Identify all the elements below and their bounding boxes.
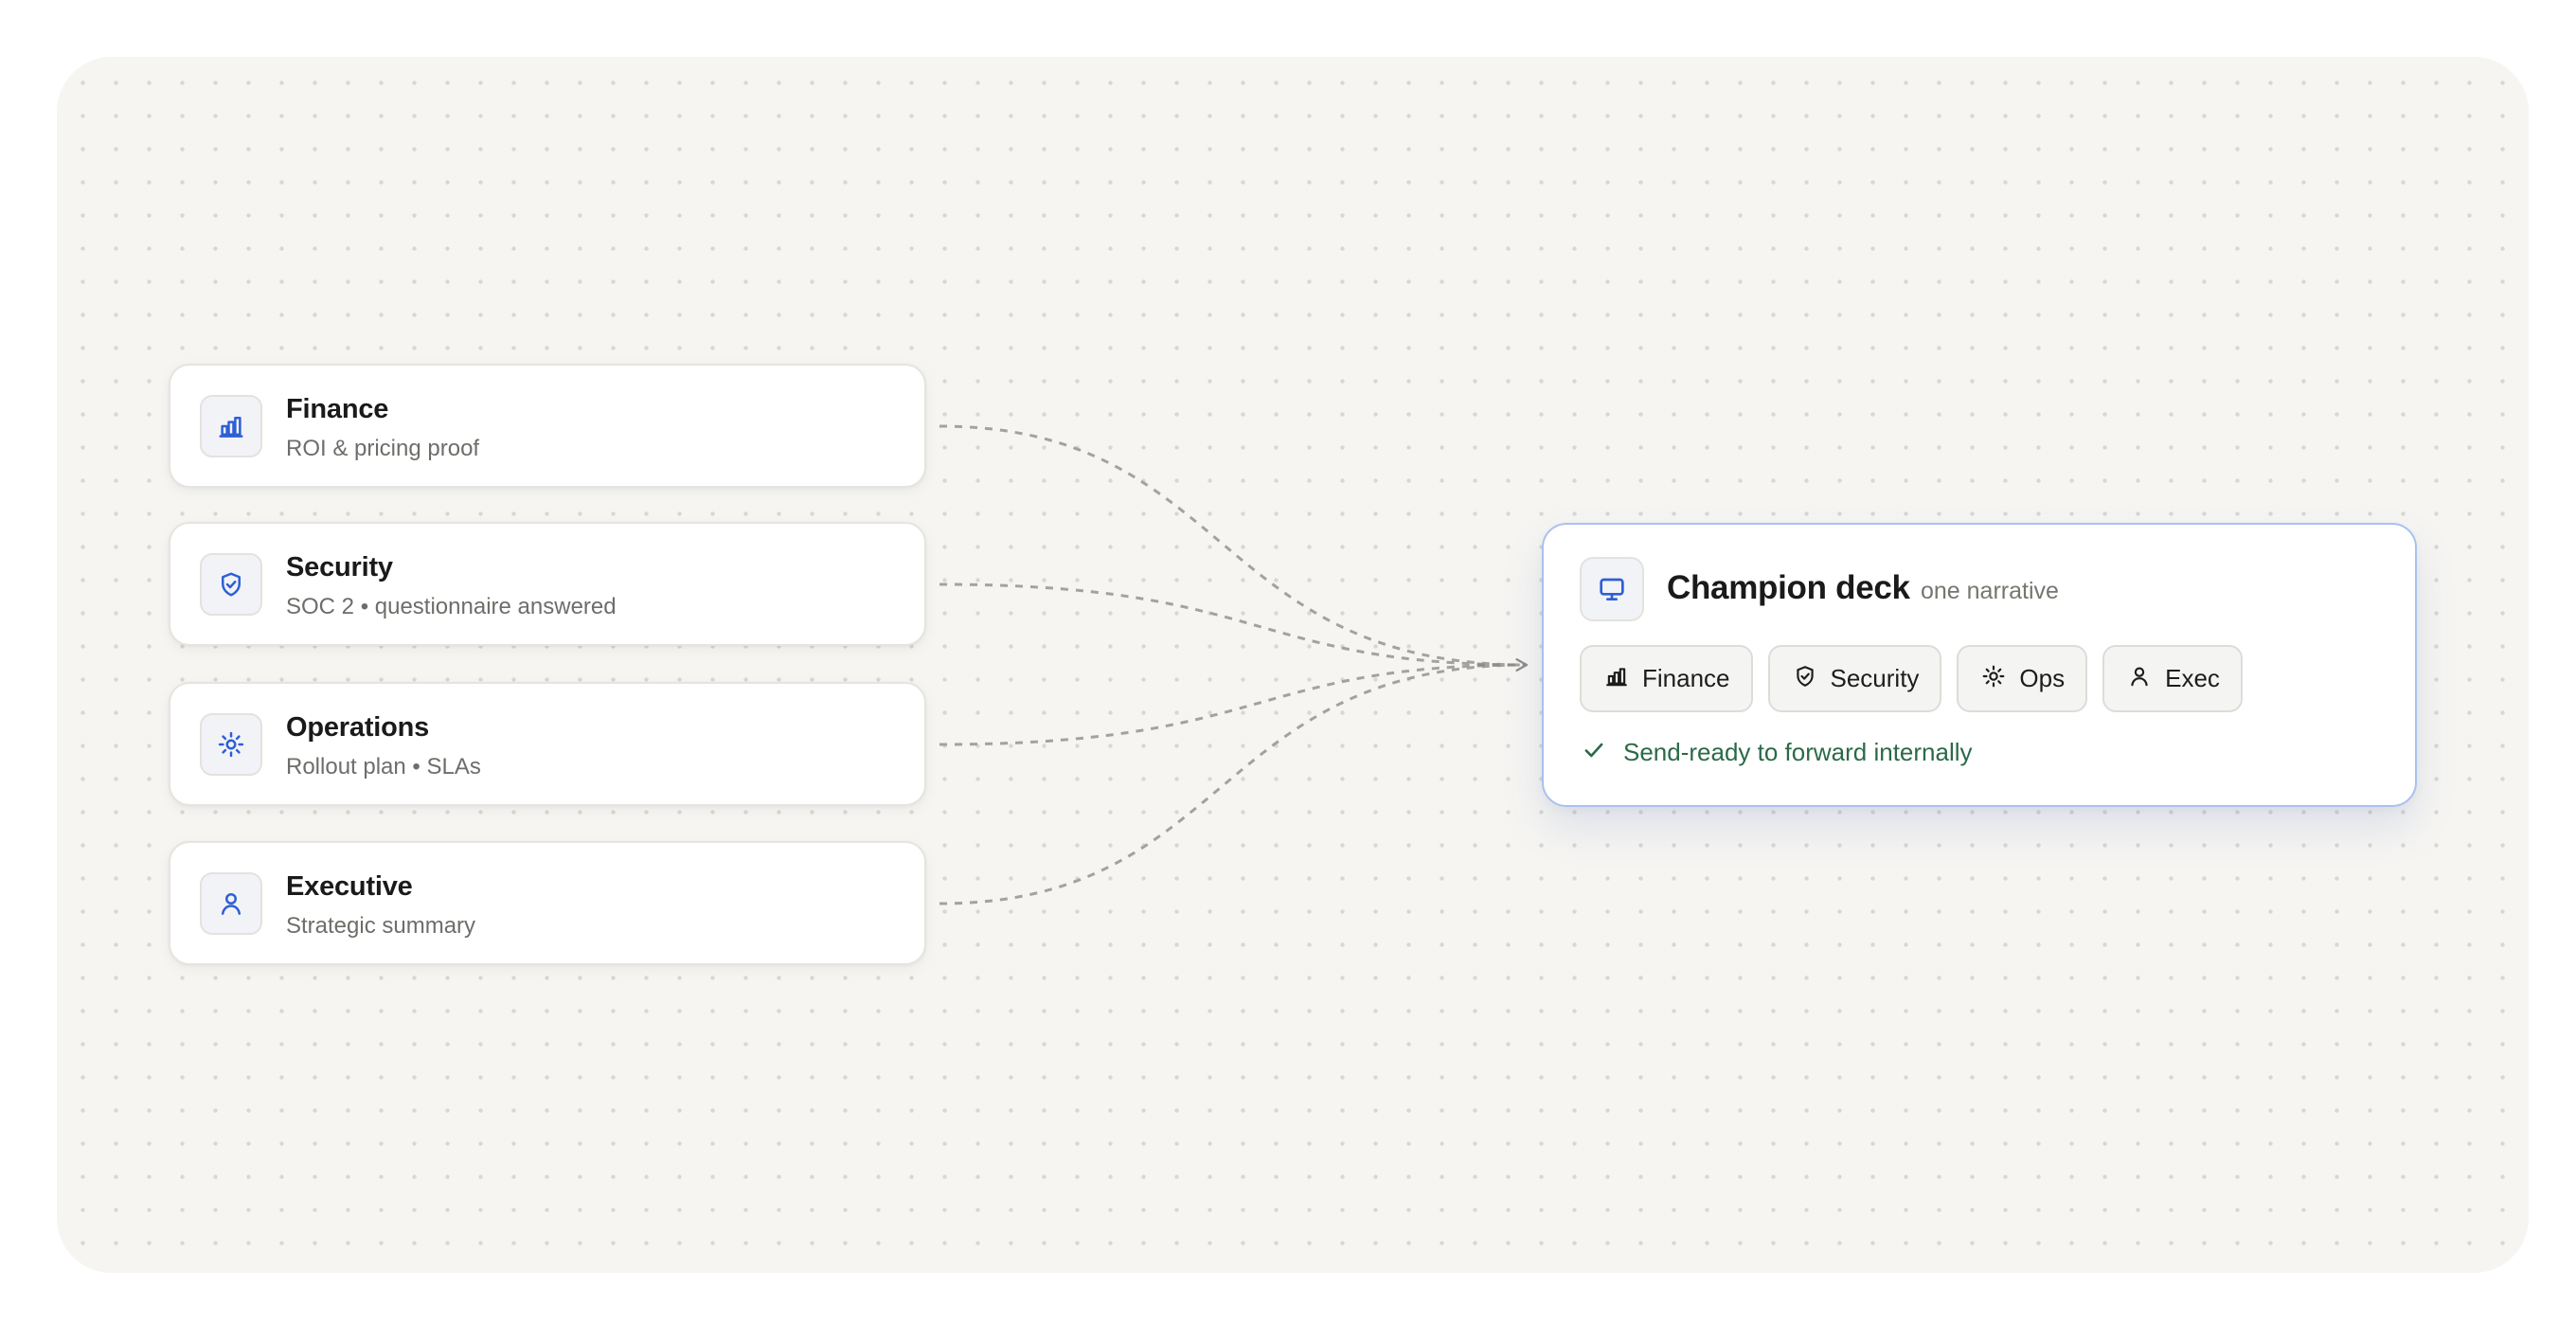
source-title: Security: [286, 552, 393, 582]
source-title: Operations: [286, 712, 430, 743]
source-card-finance[interactable]: Finance ROI & pricing proof: [169, 364, 926, 488]
source-subtitle: SOC 2 • questionnaire answered: [286, 594, 617, 619]
deck-chip-list: Finance Security Ops Exec: [1580, 645, 2243, 712]
shield-check-icon: [200, 553, 262, 616]
chip-exec[interactable]: Exec: [2102, 645, 2243, 712]
chip-ops[interactable]: Ops: [1957, 645, 2088, 712]
source-card-security[interactable]: Security SOC 2 • questionnaire answered: [169, 522, 926, 646]
gear-icon: [1981, 664, 2006, 693]
chip-label: Exec: [2165, 664, 2220, 692]
status-text: Send-ready to forward internally: [1623, 738, 1973, 766]
gear-icon: [200, 713, 262, 776]
chip-label: Security: [1830, 664, 1920, 692]
chip-label: Ops: [2019, 664, 2066, 692]
source-title: Executive: [286, 871, 413, 902]
source-card-operations[interactable]: Operations Rollout plan • SLAs: [169, 682, 926, 806]
champion-deck-card[interactable]: Champion deck one narrative Finance Secu…: [1542, 523, 2417, 807]
chip-security[interactable]: Security: [1767, 645, 1942, 712]
monitor-icon: [1580, 557, 1644, 621]
deck-subtitle: one narrative: [1921, 578, 2059, 604]
check-icon: [1582, 738, 1606, 767]
deck-title: Champion deck: [1667, 569, 1910, 606]
chip-finance[interactable]: Finance: [1580, 645, 1753, 712]
shield-check-icon: [1793, 664, 1817, 693]
chip-label: Finance: [1642, 664, 1730, 692]
source-subtitle: Strategic summary: [286, 913, 476, 939]
source-card-executive[interactable]: Executive Strategic summary: [169, 841, 926, 965]
source-title: Finance: [286, 394, 389, 424]
bar-chart-icon: [200, 395, 262, 457]
source-subtitle: Rollout plan • SLAs: [286, 754, 481, 779]
person-icon: [200, 872, 262, 935]
person-icon: [2127, 664, 2152, 693]
bar-chart-icon: [1604, 664, 1629, 693]
deck-status: Send-ready to forward internally: [1582, 738, 1973, 767]
source-subtitle: ROI & pricing proof: [286, 436, 480, 461]
